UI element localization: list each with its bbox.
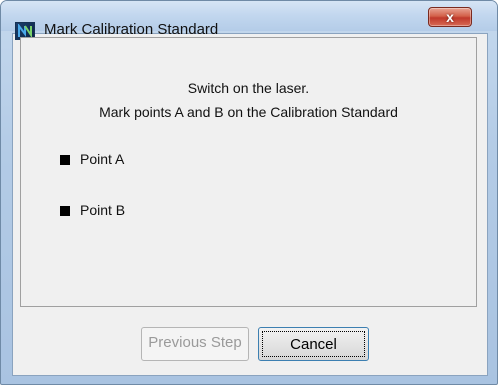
window-title: Mark Calibration Standard bbox=[44, 21, 219, 38]
instruction-panel bbox=[20, 37, 477, 307]
cancel-focus-rect: Cancel bbox=[262, 331, 365, 357]
close-button[interactable]: x bbox=[428, 7, 472, 27]
point-b-bullet-icon bbox=[60, 206, 70, 216]
instruction-line-1: Switch on the laser. bbox=[187, 80, 310, 96]
cancel-button[interactable]: Cancel bbox=[258, 327, 369, 361]
instruction-line-2: Mark points A and B on the Calibration S… bbox=[99, 104, 398, 120]
point-b-label: Point B bbox=[80, 202, 126, 218]
point-a-bullet-icon bbox=[60, 155, 70, 165]
previous-step-button[interactable]: Previous Step bbox=[141, 327, 249, 361]
point-a-label: Point A bbox=[80, 151, 125, 167]
close-icon: x bbox=[446, 9, 454, 25]
previous-step-label: Previous Step bbox=[148, 334, 242, 351]
cancel-label: Cancel bbox=[290, 336, 337, 353]
